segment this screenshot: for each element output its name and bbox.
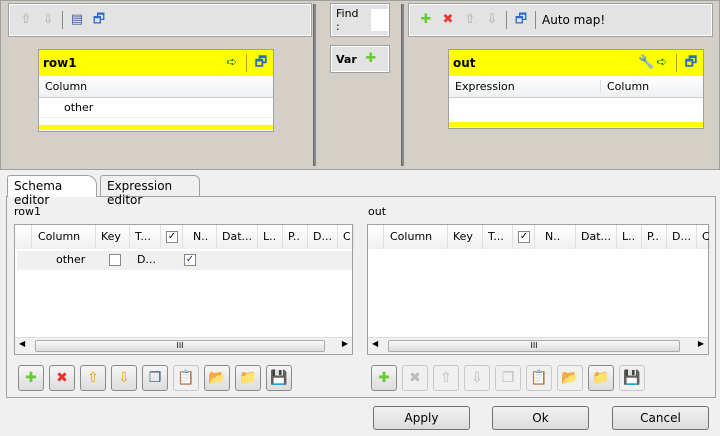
col-header-length[interactable]: L.. xyxy=(617,225,642,249)
col-header-length[interactable]: L.. xyxy=(258,225,283,249)
copy-button[interactable]: ❐ xyxy=(142,365,168,391)
arrow-up-icon[interactable]: ⇧ xyxy=(18,12,34,28)
input-table-row1: row1 ➪ 🗗 Column other xyxy=(38,49,274,132)
save-button[interactable]: 💾 xyxy=(619,365,645,391)
table-row[interactable]: other D... ✓ xyxy=(17,251,352,270)
col-header-key[interactable]: Key xyxy=(96,225,130,249)
col-header-column[interactable]: Column xyxy=(32,225,96,249)
col-header-nullable[interactable]: N.. xyxy=(183,225,217,249)
output-header-row: Expression Column xyxy=(449,76,703,98)
ok-button[interactable]: Ok xyxy=(492,406,589,430)
col-header-date[interactable]: Dat... xyxy=(217,225,258,249)
splitter[interactable] xyxy=(313,4,317,166)
input-table-header: row1 ➪ 🗗 xyxy=(39,50,273,76)
separator xyxy=(506,11,507,29)
schema-table-input: Column Key T... ✓ N.. Dat... L.. P.. D..… xyxy=(14,224,354,355)
column-header: Column xyxy=(39,76,273,98)
save-button[interactable]: 💾 xyxy=(266,365,292,391)
cell-column[interactable]: other xyxy=(56,253,85,266)
minimize-icon[interactable]: 🗗 xyxy=(91,12,107,28)
col-header-default[interactable]: D... xyxy=(308,225,338,249)
remove-row-button[interactable]: ✖ xyxy=(49,365,75,391)
add-row-button[interactable]: ✚ xyxy=(18,365,44,391)
nullable-checkbox[interactable]: ✓ xyxy=(184,254,196,266)
apply-button[interactable]: Apply xyxy=(373,406,470,430)
add-row-button[interactable]: ✚ xyxy=(371,365,397,391)
export-button[interactable]: 📁 xyxy=(235,365,261,391)
add-icon[interactable]: ✚ xyxy=(418,12,434,28)
col-header-type[interactable]: T... xyxy=(130,225,161,249)
horizontal-scrollbar[interactable]: ◀ III ▶ xyxy=(15,337,352,354)
move-up-button[interactable]: ⇧ xyxy=(433,365,459,391)
input-toolbar: ⇧ ⇩ ▤ 🗗 xyxy=(8,3,312,37)
paste-button[interactable]: 📋 xyxy=(173,365,199,391)
minimize-icon[interactable]: 🗗 xyxy=(513,12,529,28)
output-table-name: out xyxy=(453,56,476,70)
copy-button[interactable]: ❐ xyxy=(495,365,521,391)
table-icon[interactable]: ▤ xyxy=(69,12,85,28)
arrow-up-icon[interactable]: ⇧ xyxy=(462,12,478,28)
minimize-icon[interactable]: 🗗 xyxy=(683,55,699,71)
remove-row-button[interactable]: ✖ xyxy=(402,365,428,391)
import-button[interactable]: 📂 xyxy=(204,365,230,391)
find-box: Find : xyxy=(330,3,390,37)
schema-input-actions: ✚ ✖ ⇧ ⇩ ❐ 📋 📂 📁 💾 xyxy=(18,365,292,391)
col-header-precision[interactable]: P.. xyxy=(642,225,667,249)
col-header-key[interactable]: Key xyxy=(448,225,483,249)
separator xyxy=(535,11,536,29)
add-output-arrow-icon[interactable]: ➪ xyxy=(224,55,240,71)
column-header: Column xyxy=(607,80,650,93)
expression-header: Expression xyxy=(449,80,601,93)
import-button[interactable]: 📂 xyxy=(557,365,583,391)
splitter[interactable] xyxy=(401,4,405,166)
cell-type[interactable]: D... xyxy=(137,253,156,266)
scroll-thumb[interactable]: III xyxy=(388,340,680,352)
col-header-date[interactable]: Dat... xyxy=(576,225,617,249)
col-header-column[interactable]: Column xyxy=(384,225,448,249)
schema-left-title: row1 xyxy=(14,205,42,218)
col-header-comment[interactable]: C. xyxy=(697,225,710,249)
schema-table-output: Column Key T... ✓ N.. Dat... L.. P.. D..… xyxy=(367,224,710,355)
output-toolbar: ✚ ✖ ⇧ ⇩ 🗗 Auto map! xyxy=(408,3,713,37)
arrow-down-icon[interactable]: ⇩ xyxy=(40,12,56,28)
find-label: Find : xyxy=(336,7,359,33)
col-header-precision[interactable]: P.. xyxy=(283,225,308,249)
horizontal-scrollbar[interactable]: ◀ III ▶ xyxy=(368,337,708,354)
tab-schema-editor[interactable]: Schema editor xyxy=(7,175,97,207)
auto-map-button[interactable]: Auto map! xyxy=(542,13,605,27)
scroll-thumb[interactable]: III xyxy=(35,340,325,352)
col-header-default[interactable]: D... xyxy=(667,225,697,249)
key-checkbox[interactable] xyxy=(109,254,121,266)
move-down-button[interactable]: ⇩ xyxy=(464,365,490,391)
table-row[interactable]: other xyxy=(39,98,273,118)
delete-icon[interactable]: ✖ xyxy=(440,12,456,28)
paste-button[interactable]: 📋 xyxy=(526,365,552,391)
wrench-icon[interactable]: 🔧 xyxy=(638,55,654,71)
arrow-down-icon[interactable]: ⇩ xyxy=(484,12,500,28)
col-header-nullable[interactable]: N.. xyxy=(535,225,576,249)
output-table-out: out 🔧 ➪ 🗗 Expression Column xyxy=(448,49,704,129)
move-down-button[interactable]: ⇩ xyxy=(111,365,137,391)
col-header-type[interactable]: T... xyxy=(483,225,513,249)
move-up-button[interactable]: ⇧ xyxy=(80,365,106,391)
cancel-button[interactable]: Cancel xyxy=(612,406,709,430)
separator xyxy=(62,11,63,29)
var-box: Var ✚ xyxy=(330,45,390,73)
add-output-arrow-icon[interactable]: ➪ xyxy=(654,55,670,71)
nullable-header-checkbox[interactable]: ✓ xyxy=(518,231,530,243)
col-header-comment[interactable]: C xyxy=(338,225,354,249)
nullable-header-checkbox[interactable]: ✓ xyxy=(166,231,178,243)
schema-output-actions: ✚ ✖ ⇧ ⇩ ❐ 📋 📂 📁 💾 xyxy=(371,365,645,391)
find-input[interactable] xyxy=(370,9,388,31)
var-label: Var xyxy=(336,52,357,66)
export-button[interactable]: 📁 xyxy=(588,365,614,391)
input-table-name: row1 xyxy=(43,56,77,70)
minimize-icon[interactable]: 🗗 xyxy=(253,55,269,71)
output-table-header: out 🔧 ➪ 🗗 xyxy=(449,50,703,76)
tab-expression-editor[interactable]: Expression editor xyxy=(100,175,200,207)
schema-right-title: out xyxy=(368,205,387,218)
add-var-icon[interactable]: ✚ xyxy=(363,51,379,67)
